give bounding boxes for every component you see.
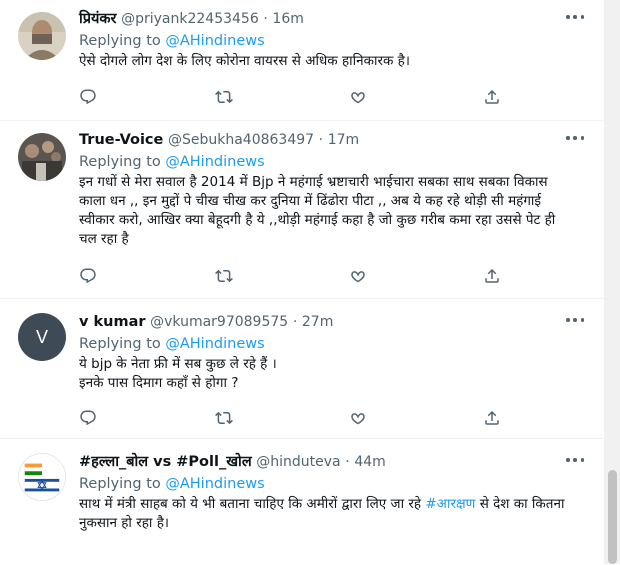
replying-prefix: Replying to xyxy=(79,33,166,49)
group-photo-icon xyxy=(18,133,66,181)
replying-prefix: Replying to xyxy=(79,476,166,492)
replying-to: Replying to @AHindinews xyxy=(79,30,590,52)
replying-to-link[interactable]: @AHindinews xyxy=(165,154,264,170)
more-options-icon[interactable] xyxy=(566,135,584,141)
tweet[interactable]: #हल्ला_बोल vs #Poll_खोल @hinduteva · 44m… xyxy=(0,438,604,565)
separator: · xyxy=(345,454,350,470)
user-handle[interactable]: @priyank22453456 xyxy=(121,11,259,27)
retweet-icon[interactable] xyxy=(215,409,235,429)
tweet-text: ऐसे दोगले लोग देश के लिए कोरोना वायरस से… xyxy=(79,52,590,71)
tweet[interactable]: True-Voice @Sebukha40863497 · 17m Replyi… xyxy=(0,120,604,299)
display-name[interactable]: v kumar xyxy=(79,314,146,330)
tweet-text: साथ में मंत्री साहब को ये भी बताना चाहिए… xyxy=(79,495,574,533)
avatar[interactable] xyxy=(18,133,66,181)
timestamp[interactable]: 16m xyxy=(272,11,303,27)
replying-to-link[interactable]: @AHindinews xyxy=(165,336,264,352)
avatar[interactable] xyxy=(18,12,66,60)
user-handle[interactable]: @Sebukha40863497 xyxy=(168,132,314,148)
retweet-icon[interactable] xyxy=(215,267,235,287)
tweet-actions xyxy=(79,267,509,287)
retweet-icon[interactable] xyxy=(215,88,235,108)
letter-avatar-icon: V xyxy=(35,326,48,347)
avatar[interactable] xyxy=(18,453,66,501)
display-name[interactable]: True-Voice xyxy=(79,132,163,148)
reply-feed: प्रियंकर @priyank22453456 · 16m Replying… xyxy=(0,0,604,564)
like-icon[interactable] xyxy=(349,88,369,108)
replying-to-link[interactable]: @AHindinews xyxy=(165,476,264,492)
scrollbar[interactable] xyxy=(604,0,620,564)
more-options-icon[interactable] xyxy=(566,317,584,323)
more-options-icon[interactable] xyxy=(566,14,584,20)
user-handle[interactable]: @hinduteva xyxy=(256,454,340,470)
tweet[interactable]: प्रियंकर @priyank22453456 · 16m Replying… xyxy=(0,0,604,120)
tweet-actions xyxy=(79,409,509,429)
tweet-text-body: साथ में मंत्री साहब को ये भी बताना चाहिए… xyxy=(79,496,426,512)
avatar[interactable]: V xyxy=(18,313,66,361)
timestamp[interactable]: 44m xyxy=(354,454,385,470)
tweet-text-body: ऐसे दोगले लोग देश के लिए कोरोना वायरस से… xyxy=(79,53,410,69)
share-icon[interactable] xyxy=(483,267,503,287)
scrollbar-thumb[interactable] xyxy=(608,470,617,564)
tweet-text-body: ये bjp के नेता फ्री में सब कुछ ले रहे है… xyxy=(79,356,277,391)
tweet-text: इन गधों से मेरा सवाल है 2014 में Bjp ने … xyxy=(79,173,574,249)
tweet-text-body: इन गधों से मेरा सवाल है 2014 में Bjp ने … xyxy=(79,174,556,247)
timestamp[interactable]: 27m xyxy=(302,314,333,330)
tweet-text: ये bjp के नेता फ्री में सब कुछ ले रहे है… xyxy=(79,355,590,393)
replying-to: Replying to @AHindinews xyxy=(79,473,590,495)
replying-prefix: Replying to xyxy=(79,336,166,352)
reply-icon[interactable] xyxy=(79,409,99,429)
user-handle[interactable]: @vkumar97089575 xyxy=(150,314,288,330)
tweet-actions xyxy=(79,88,509,108)
replying-to: Replying to @AHindinews xyxy=(79,151,590,173)
tweet-header: True-Voice @Sebukha40863497 · 17m xyxy=(79,129,590,151)
replying-to-link[interactable]: @AHindinews xyxy=(165,33,264,49)
tweet-header: प्रियंकर @priyank22453456 · 16m xyxy=(79,8,590,30)
share-icon[interactable] xyxy=(483,409,503,429)
separator: · xyxy=(318,132,324,148)
separator: · xyxy=(263,11,268,27)
separator: · xyxy=(292,314,298,330)
hashtag-link[interactable]: #आरक्षण xyxy=(425,496,475,512)
tweet[interactable]: V v kumar @vkumar97089575 · 27m Replying… xyxy=(0,298,604,439)
display-name[interactable]: प्रियंकर xyxy=(79,11,116,27)
like-icon[interactable] xyxy=(349,409,369,429)
reply-icon[interactable] xyxy=(79,267,99,287)
flag-avatar-icon xyxy=(19,454,65,500)
share-icon[interactable] xyxy=(483,88,503,108)
like-icon[interactable] xyxy=(349,267,369,287)
replying-to: Replying to @AHindinews xyxy=(79,333,590,355)
display-name[interactable]: #हल्ला_बोल vs #Poll_खोल xyxy=(79,454,252,470)
user-photo-icon xyxy=(18,12,66,60)
reply-icon[interactable] xyxy=(79,88,99,108)
timestamp[interactable]: 17m xyxy=(328,132,359,148)
more-options-icon[interactable] xyxy=(566,457,584,463)
tweet-header: #हल्ला_बोल vs #Poll_खोल @hinduteva · 44m xyxy=(79,451,590,473)
tweet-header: v kumar @vkumar97089575 · 27m xyxy=(79,311,590,333)
replying-prefix: Replying to xyxy=(79,154,166,170)
